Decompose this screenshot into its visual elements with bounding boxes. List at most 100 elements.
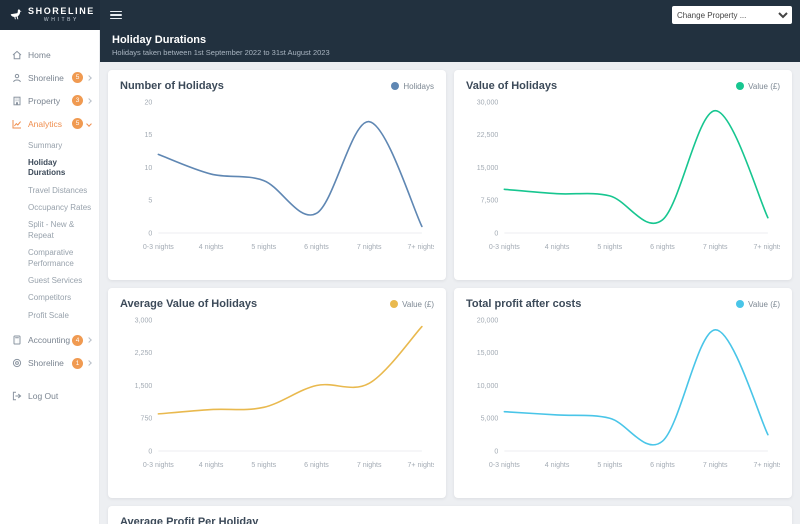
sidebar-item-property[interactable]: Property 3 xyxy=(0,89,99,112)
submenu-item-occupancy-rates[interactable]: Occupancy Rates xyxy=(28,200,93,217)
svg-text:0: 0 xyxy=(494,449,498,456)
svg-text:6 nights: 6 nights xyxy=(650,244,675,251)
main-content: Number of Holidays Holidays 0 5 10 15 20 0-3 … xyxy=(100,62,800,524)
svg-text:5,000: 5,000 xyxy=(481,416,499,423)
brand-logo: SHORELINE WHITBY xyxy=(0,0,100,30)
svg-text:4 nights: 4 nights xyxy=(199,244,224,251)
top-bar: SHORELINE WHITBY Change Property ... xyxy=(0,0,800,30)
calculator-icon xyxy=(12,335,22,345)
legend-dot xyxy=(736,82,745,90)
person-icon xyxy=(12,73,22,83)
analytics-icon xyxy=(12,119,22,129)
svg-text:5 nights: 5 nights xyxy=(597,462,622,469)
chart-legend: Value (£) xyxy=(736,82,780,91)
analytics-submenu: Summary Holiday Durations Travel Distanc… xyxy=(0,135,99,329)
chart-legend: Value (£) xyxy=(390,300,434,309)
brand-subname: WHITBY xyxy=(43,17,79,23)
svg-text:750: 750 xyxy=(141,416,153,423)
svg-text:4 nights: 4 nights xyxy=(545,462,570,469)
home-icon xyxy=(12,50,22,60)
svg-text:5: 5 xyxy=(148,198,152,205)
svg-text:5 nights: 5 nights xyxy=(597,244,622,251)
svg-text:7 nights: 7 nights xyxy=(357,244,382,251)
chevron-right-icon xyxy=(86,74,92,81)
submenu-item-comparative-performance[interactable]: Comparative Performance xyxy=(28,245,93,273)
chevron-right-icon xyxy=(86,337,92,344)
sidebar-item-label: Accounting xyxy=(28,335,71,346)
chart-title: Total profit after costs xyxy=(466,298,582,310)
submenu-item-competitors[interactable]: Competitors xyxy=(28,290,93,307)
svg-text:7 nights: 7 nights xyxy=(703,244,728,251)
legend-dot xyxy=(390,300,399,308)
svg-text:5 nights: 5 nights xyxy=(251,462,276,469)
sidebar-item-shoreline[interactable]: Shoreline 5 xyxy=(0,66,99,89)
chevron-down-icon xyxy=(86,120,92,127)
chart-title: Average Value of Holidays xyxy=(120,298,258,310)
svg-text:0-3 nights: 0-3 nights xyxy=(143,462,174,469)
submenu-item-profit-scale[interactable]: Profit Scale xyxy=(28,307,93,324)
sidebar-item-label: Shoreline xyxy=(28,72,64,83)
sidebar-item-logout[interactable]: Log Out xyxy=(0,385,99,407)
sidebar-item-label: Shoreline xyxy=(28,358,64,369)
svg-text:0: 0 xyxy=(148,449,152,456)
svg-text:0-3 nights: 0-3 nights xyxy=(489,244,520,251)
property-select[interactable]: Change Property ... xyxy=(672,6,792,24)
chart-title: Average Profit Per Holiday xyxy=(120,516,259,524)
sidebar-item-shoreline-2[interactable]: Shoreline 1 xyxy=(0,352,99,375)
chevron-right-icon xyxy=(86,360,92,367)
chart-card-total-profit: Total profit after costs Value (£) 0 5,00… xyxy=(454,288,792,498)
svg-text:1,500: 1,500 xyxy=(135,383,153,390)
legend-dot xyxy=(736,300,745,308)
sidebar-item-accounting[interactable]: Accounting 4 xyxy=(0,329,99,352)
svg-text:2,250: 2,250 xyxy=(135,350,153,357)
chevron-right-icon xyxy=(86,97,92,104)
svg-text:6 nights: 6 nights xyxy=(650,462,675,469)
submenu-item-split-new-repeat[interactable]: Split - New & Repeat xyxy=(28,217,93,245)
svg-text:0-3 nights: 0-3 nights xyxy=(143,244,174,251)
chart-legend: Holidays xyxy=(391,82,434,91)
submenu-item-travel-distances[interactable]: Travel Distances xyxy=(28,182,93,199)
svg-text:5 nights: 5 nights xyxy=(251,244,276,251)
svg-text:4 nights: 4 nights xyxy=(545,244,570,251)
menu-icon[interactable] xyxy=(110,10,122,20)
notification-badge: 1 xyxy=(72,357,83,369)
submenu-item-holiday-durations[interactable]: Holiday Durations xyxy=(28,154,93,182)
svg-text:7+ nights: 7+ nights xyxy=(407,462,434,469)
line-chart: 0 5 10 15 20 0-3 nights 4 nights 5 nights 6 nigh… xyxy=(143,100,434,251)
line-chart: 0 750 1,500 2,250 3,000 0-3 nights 4 nights 5 n… xyxy=(135,318,434,469)
notification-badge: 5 xyxy=(72,118,83,129)
chart-card-number-of-holidays: Number of Holidays Holidays 0 5 10 15 20 0-3 … xyxy=(108,70,446,280)
sidebar-item-analytics[interactable]: Analytics 5 xyxy=(0,112,99,135)
line-chart: 0 5,000 10,000 15,000 20,000 0-3 nights 4 nigh… xyxy=(477,318,780,469)
svg-text:15,000: 15,000 xyxy=(477,350,499,357)
chart-legend: Value (£) xyxy=(736,300,780,309)
sidebar-item-label: Property xyxy=(28,95,61,106)
svg-text:6 nights: 6 nights xyxy=(304,244,329,251)
svg-text:10,000: 10,000 xyxy=(477,383,499,390)
submenu-item-guest-services[interactable]: Guest Services xyxy=(28,273,93,290)
svg-text:7 nights: 7 nights xyxy=(357,462,382,469)
seagull-icon xyxy=(10,9,22,20)
brand-text: SHORELINE WHITBY xyxy=(28,7,95,23)
notification-badge: 3 xyxy=(72,95,83,106)
svg-text:6 nights: 6 nights xyxy=(304,462,329,469)
svg-text:20,000: 20,000 xyxy=(477,318,499,325)
svg-text:10: 10 xyxy=(144,165,152,172)
svg-text:20: 20 xyxy=(144,100,152,107)
sidebar-item-label: Analytics xyxy=(28,118,63,129)
svg-text:15: 15 xyxy=(144,132,152,139)
svg-text:7 nights: 7 nights xyxy=(703,462,728,469)
chart-title: Value of Holidays xyxy=(466,80,558,92)
svg-text:4 nights: 4 nights xyxy=(199,462,224,469)
svg-text:7+ nights: 7+ nights xyxy=(753,244,780,251)
chart-title: Number of Holidays xyxy=(120,80,224,92)
sidebar-item-home[interactable]: Home xyxy=(0,44,99,66)
submenu-item-summary[interactable]: Summary xyxy=(28,137,93,154)
svg-text:15,000: 15,000 xyxy=(477,165,499,172)
page-header: Holiday Durations Holidays taken between… xyxy=(100,30,800,62)
legend-dot xyxy=(391,82,400,90)
legend-label: Holidays xyxy=(403,81,434,91)
page-title: Holiday Durations xyxy=(112,34,207,46)
svg-text:0: 0 xyxy=(494,231,498,238)
legend-label: Value (£) xyxy=(748,81,780,91)
